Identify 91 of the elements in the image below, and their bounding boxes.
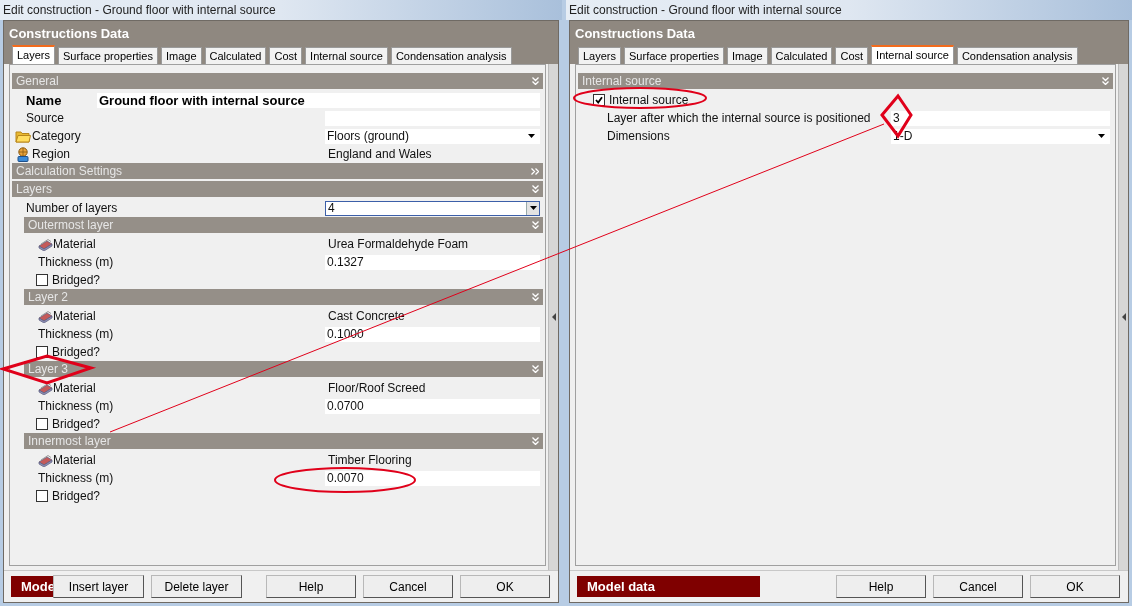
highlight-diamond	[880, 93, 913, 139]
tab[interactable]: Surface properties	[58, 47, 158, 64]
section-title: General	[16, 75, 59, 87]
slab-icon	[38, 237, 53, 251]
mode-badge: Mode	[11, 576, 53, 597]
dropdown[interactable]: 4	[325, 200, 540, 216]
tab[interactable]: Internal source	[871, 45, 954, 64]
caret-icon	[528, 134, 535, 138]
field-label: Region	[32, 146, 71, 163]
double-chevron-right-icon	[531, 167, 539, 175]
double-chevron-down-icon	[532, 293, 539, 301]
tab[interactable]: Layers	[578, 47, 622, 64]
panel-title: Constructions Data	[8, 27, 130, 43]
splitter-handle[interactable]	[548, 64, 558, 570]
checkbox-label: Internal source	[609, 92, 689, 109]
field-label: Number of layers	[26, 200, 118, 217]
dialog-button[interactable]: Insert layer	[53, 575, 144, 598]
tab[interactable]: Cost	[835, 47, 869, 64]
field-label: Thickness (m)	[38, 326, 114, 343]
section-title: Layer 2	[28, 291, 69, 303]
checkbox[interactable]	[36, 274, 48, 286]
field-label: Source	[26, 110, 65, 127]
panel-title: Constructions Data	[574, 27, 696, 43]
field-value: England and Wales	[327, 146, 432, 163]
double-chevron-down-icon	[532, 437, 539, 445]
field-value: Urea Formaldehyde Foam	[327, 236, 469, 253]
folder-icon	[15, 129, 31, 143]
section-title: Layers	[16, 183, 53, 195]
checkbox-label: Bridged?	[52, 344, 101, 361]
field-label: Layer after which the internal source is positioned	[607, 110, 871, 127]
checkbox-label: Bridged?	[52, 416, 101, 433]
field-label: Thickness (m)	[38, 470, 114, 487]
tab[interactable]: Calculated	[204, 47, 267, 64]
input-field[interactable]: 3	[891, 110, 1110, 126]
double-chevron-down-icon	[532, 221, 539, 229]
checkbox[interactable]	[36, 418, 48, 430]
field-value: Timber Flooring	[327, 452, 412, 469]
double-chevron-down-icon	[1102, 77, 1109, 85]
section-title: Outermost layer	[28, 219, 114, 231]
field-label: Material	[53, 308, 96, 325]
field-label: Thickness (m)	[38, 254, 114, 271]
dialog-button[interactable]: Help	[836, 575, 926, 598]
dropdown[interactable]: Floors (ground)	[325, 128, 540, 144]
slab-icon	[38, 381, 53, 395]
window-title: Edit construction - Ground floor with internal source	[566, 0, 1132, 20]
splitter-handle[interactable]	[1118, 64, 1128, 570]
caret-icon	[1098, 134, 1105, 138]
field-label: Material	[53, 236, 96, 253]
tab[interactable]: Calculated	[770, 47, 833, 64]
field-value: Cast Concrete	[327, 308, 405, 325]
dialog-button[interactable]: Help	[266, 575, 356, 598]
tab[interactable]: Cost	[269, 47, 303, 64]
input-field[interactable]: 0.0070	[325, 470, 540, 486]
section-title: Calculation Settings	[16, 165, 123, 177]
field-label: Dimensions	[607, 128, 670, 145]
caret-icon	[529, 206, 537, 210]
section-title: Layer 3	[28, 363, 69, 375]
section-title: Internal source	[582, 75, 662, 87]
checkbox-label: Bridged?	[52, 272, 101, 289]
slab-icon	[38, 309, 53, 323]
tab[interactable]: Layers	[12, 45, 56, 64]
input-field[interactable]: 0.0700	[325, 398, 540, 414]
dialog-button[interactable]: OK	[460, 575, 550, 598]
field-label: Category	[32, 128, 81, 145]
dialog-button[interactable]: Cancel	[363, 575, 453, 598]
double-chevron-down-icon	[532, 365, 539, 373]
tab[interactable]: Internal source	[305, 47, 388, 64]
field-label: Material	[53, 380, 96, 397]
checkbox-label: Bridged?	[52, 488, 101, 505]
double-chevron-down-icon	[532, 77, 539, 85]
field-label: Thickness (m)	[38, 398, 114, 415]
section-title: Innermost layer	[28, 435, 111, 447]
window-title: Edit construction - Ground floor with internal source	[0, 0, 562, 20]
double-chevron-down-icon	[532, 185, 539, 193]
checkbox[interactable]	[36, 490, 48, 502]
mode-badge: Model data	[577, 576, 760, 597]
field-label: Name	[25, 92, 63, 110]
tab[interactable]: Image	[160, 47, 202, 64]
input-field[interactable]: 0.1327	[325, 254, 540, 270]
dialog-button[interactable]: Cancel	[933, 575, 1023, 598]
name-field[interactable]: Ground floor with internal source	[97, 93, 540, 109]
field-label: Material	[53, 452, 96, 469]
checkbox[interactable]	[593, 94, 605, 106]
slab-icon	[38, 453, 53, 467]
tab[interactable]: Condensation analysis	[390, 47, 512, 64]
field-value: Floor/Roof Screed	[327, 380, 426, 397]
tab[interactable]: Condensation analysis	[956, 47, 1078, 64]
tab[interactable]: Surface properties	[624, 47, 724, 64]
tab[interactable]: Image	[726, 47, 768, 64]
dialog-button[interactable]: OK	[1030, 575, 1120, 598]
dialog-button[interactable]: Delete layer	[151, 575, 242, 598]
